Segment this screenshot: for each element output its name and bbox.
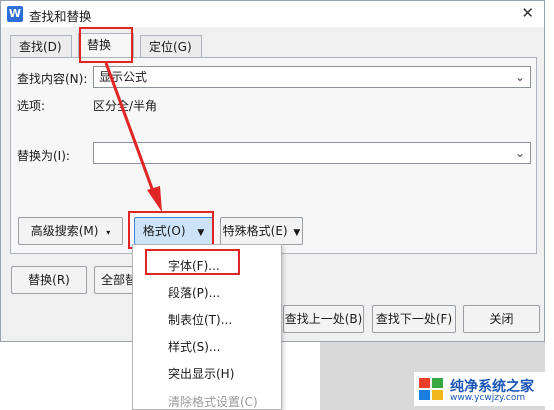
watermark-logo: 纯净系统之家 www.ycwjzy.com xyxy=(414,372,550,406)
annotation-arrow xyxy=(104,62,162,212)
windows-logo-icon xyxy=(419,378,443,400)
watermark-url: www.ycwjzy.com xyxy=(450,393,526,403)
